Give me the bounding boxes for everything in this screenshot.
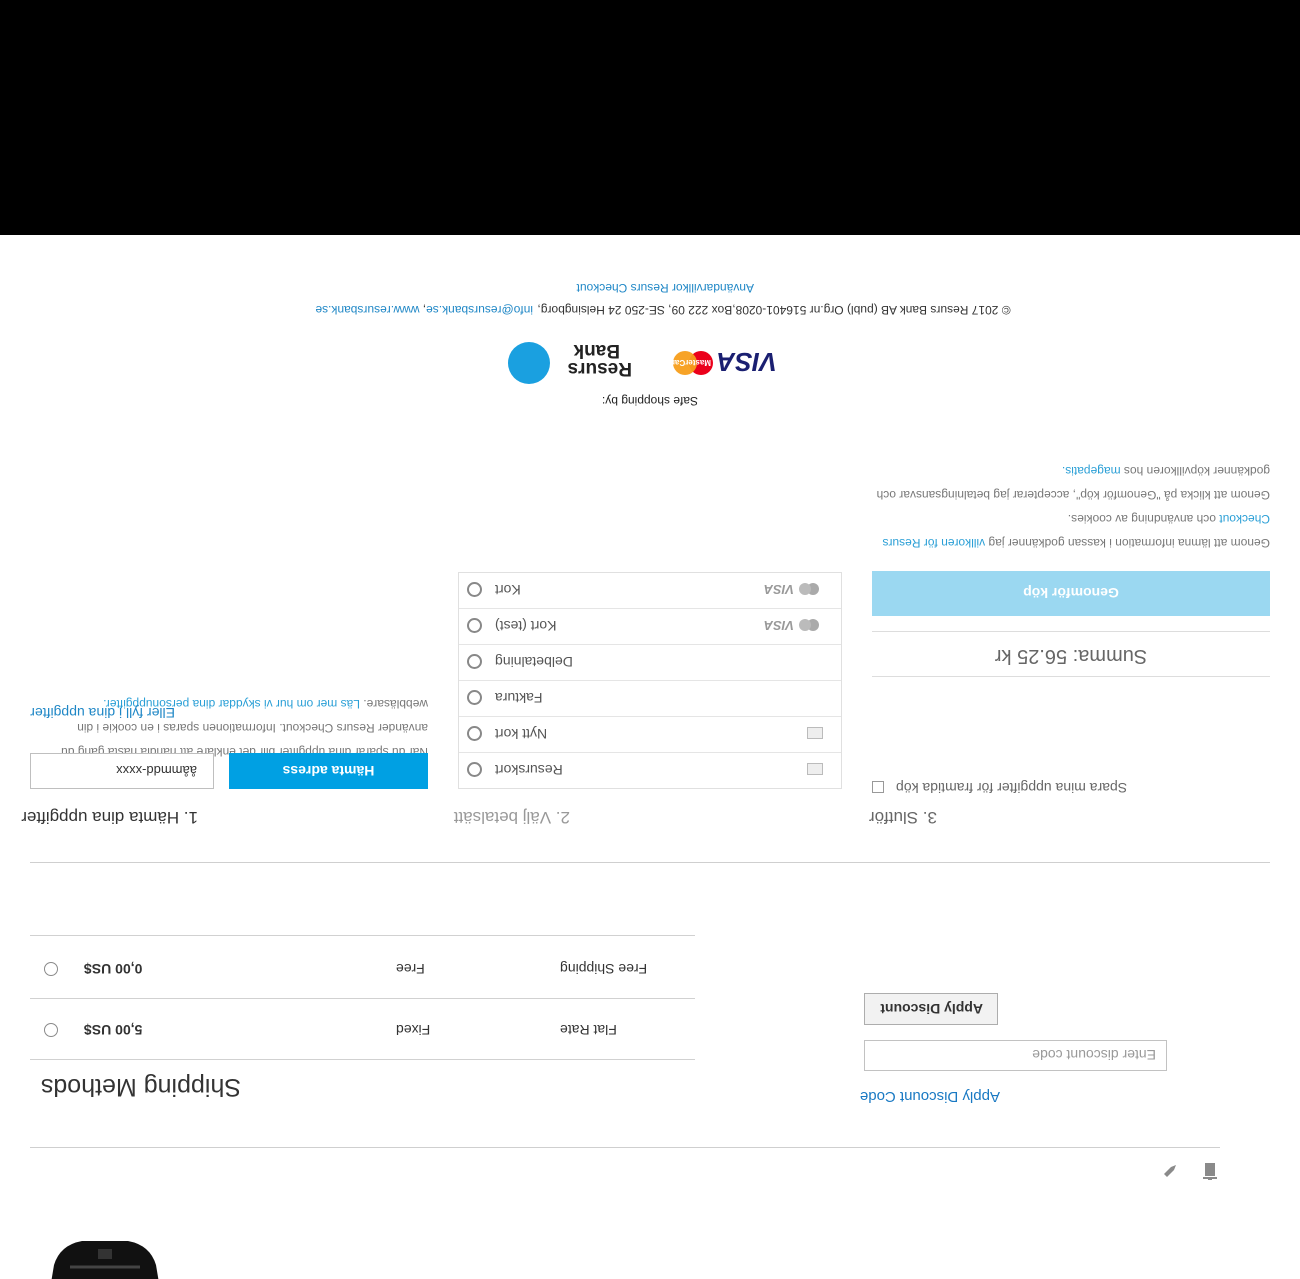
checkout-divider <box>30 862 1270 863</box>
visa-mastercard-icon: VISA <box>764 582 821 597</box>
footer-contact-line: © 2017 Resurs Bank AB (publ) Org.nr 5164… <box>315 303 1011 317</box>
shipping-methods-title: Shipping Methods <box>40 1073 241 1101</box>
terms-text: Genom att lämna information i kassan god… <box>876 464 1270 550</box>
save-details-row[interactable]: Spara mina uppgifter för framtida köp <box>872 776 1128 796</box>
checkout-page: Apply Discount Code Enter discount code … <box>0 0 1300 1279</box>
website-link[interactable]: www.resursbank.se <box>315 303 419 317</box>
payment-option-invoice[interactable]: Faktura <box>459 680 841 716</box>
shipping-name: Free Shipping <box>560 961 648 977</box>
shipping-name: Flat Rate <box>560 1022 617 1038</box>
shipping-type: Free <box>396 961 425 977</box>
terms-link[interactable]: Checkout <box>1219 512 1270 526</box>
shipping-price: 0,00 US$ <box>84 961 143 977</box>
payment-option-new-card[interactable]: Nytt kort <box>459 716 841 752</box>
order-total: Summa: 56.25 kr <box>994 645 1148 667</box>
radio-button[interactable] <box>467 690 482 705</box>
save-details-label: Spara mina uppgifter för framtida köp <box>896 780 1128 796</box>
radio-button[interactable] <box>467 618 482 633</box>
visa-mastercard-icon: VISA <box>764 618 821 633</box>
mastercard-text: MasterCard <box>669 358 711 367</box>
shipping-type: Fixed <box>396 1022 431 1038</box>
shipping-method-row[interactable]: 5,00 US$ Fixed Flat Rate <box>30 998 695 1060</box>
discount-code-input[interactable]: Enter discount code <box>864 1040 1167 1071</box>
divider <box>30 1147 1220 1148</box>
terms-of-use-link[interactable]: Användarvillkor Resurs Checkout <box>577 281 754 295</box>
complete-purchase-button[interactable]: Genomför köp <box>872 571 1270 616</box>
payment-option-resurskort[interactable]: Resurskort <box>459 752 841 788</box>
shipping-method-row[interactable]: 0,00 US$ Free Free Shipping <box>30 935 695 999</box>
copyright-text: © 2017 Resurs Bank AB (publ) Org.nr 5164… <box>537 303 1011 317</box>
divider <box>872 631 1270 632</box>
apply-discount-button[interactable]: Apply Discount <box>864 993 998 1025</box>
fetch-address-button[interactable]: Hämta adress <box>229 753 428 789</box>
radio-button[interactable] <box>467 762 482 777</box>
bank-text: Bank <box>573 340 620 361</box>
pencil-icon[interactable] <box>1158 1159 1182 1183</box>
ssn-input[interactable]: ååmmdd-xxxx <box>30 753 214 789</box>
safe-shopping-label: Safe shopping by: <box>601 394 698 408</box>
radio-button[interactable] <box>467 726 482 741</box>
payment-method-list: Resurskort Nytt kort Faktura Delbetalnin… <box>458 572 842 789</box>
email-link[interactable]: info@resursbank.se <box>426 303 533 317</box>
manual-entry-link[interactable]: Eller fyll i dina uppgifter <box>30 705 175 721</box>
product-image <box>40 1219 170 1279</box>
payment-option-installment[interactable]: Delbetalning <box>459 644 841 680</box>
visa-mastercard-logo: VISA MasterCard <box>667 343 779 383</box>
radio-button[interactable] <box>467 654 482 669</box>
step-3-title: 3. Slutför <box>868 808 937 827</box>
save-details-checkbox[interactable] <box>872 781 884 793</box>
merchant-terms-link[interactable]: magepatis. <box>1062 464 1121 478</box>
radio-button[interactable] <box>467 582 482 597</box>
payment-option-card-test[interactable]: Kort (test) VISA <box>459 608 841 644</box>
header-band <box>0 0 1300 235</box>
card-icon <box>807 763 823 775</box>
trash-icon[interactable] <box>1198 1159 1222 1183</box>
card-icon <box>807 727 823 739</box>
resurs-bank-logo: Resurs Bank <box>508 339 634 385</box>
divider <box>872 676 1270 677</box>
step-1-title: 1. Hämta dina uppgifter <box>21 808 198 827</box>
resurs-text: Resurs <box>568 358 632 379</box>
payment-option-card[interactable]: Kort VISA <box>459 572 841 608</box>
step-2-title: 2. Välj betalsätt <box>453 808 570 827</box>
terms-link[interactable]: villkoren för Resurs <box>882 536 985 550</box>
radio-button[interactable] <box>44 962 58 976</box>
visa-text: VISA <box>716 347 777 377</box>
radio-button[interactable] <box>44 1023 58 1037</box>
discount-title[interactable]: Apply Discount Code <box>860 1088 1000 1105</box>
shipping-price: 5,00 US$ <box>84 1022 143 1038</box>
